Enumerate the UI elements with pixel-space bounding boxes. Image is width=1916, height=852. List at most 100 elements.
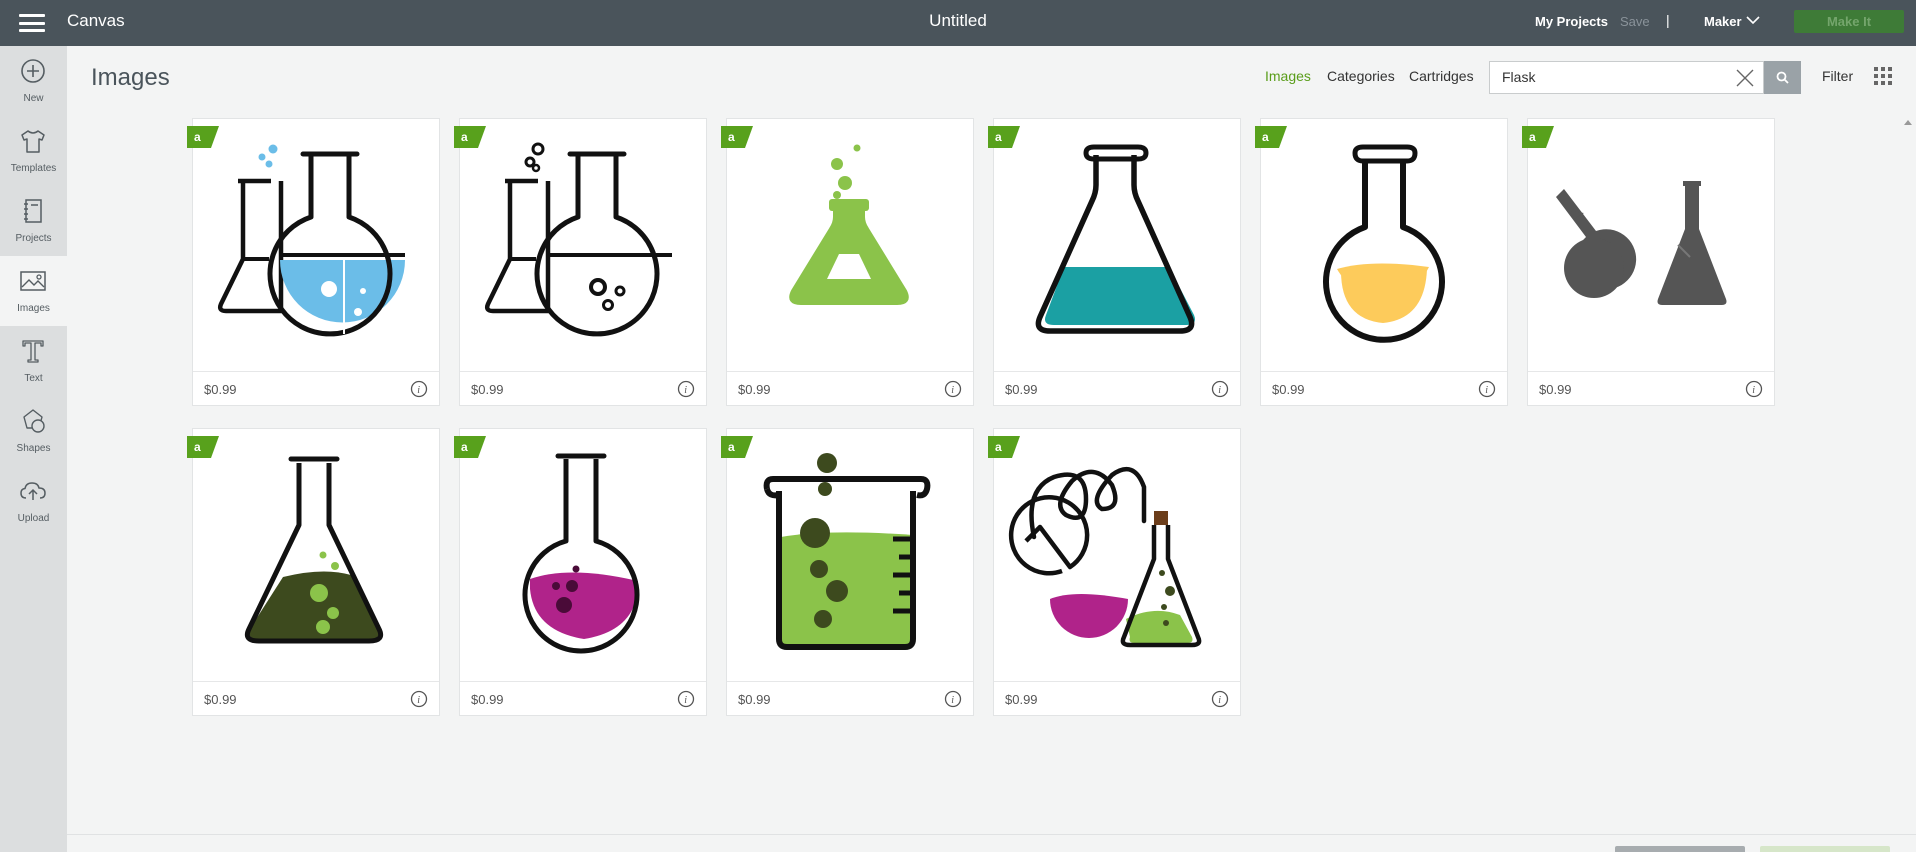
chevron-down-icon[interactable]	[1746, 15, 1760, 25]
tab-categories[interactable]: Categories	[1327, 68, 1395, 84]
info-icon[interactable]: i	[410, 380, 428, 398]
info-icon[interactable]: i	[1478, 380, 1496, 398]
image-thumbnail[interactable]	[727, 429, 973, 681]
sidebar-item-projects[interactable]: Projects	[0, 186, 67, 256]
tab-cartridges[interactable]: Cartridges	[1409, 68, 1474, 84]
image-price: $0.99	[1005, 382, 1038, 397]
svg-text:a: a	[194, 130, 201, 144]
access-badge-icon: a	[988, 126, 1020, 148]
image-price: $0.99	[204, 382, 237, 397]
sidebar-item-images[interactable]: Images	[0, 256, 67, 326]
sidebar-item-label: Upload	[17, 513, 50, 524]
image-card-beaker-lime[interactable]: a $0.99 i	[721, 428, 974, 716]
sidebar-item-upload[interactable]: Upload	[0, 466, 67, 536]
cloud-upload-icon	[20, 482, 46, 500]
erlenmeyer-teal-image	[1035, 144, 1195, 334]
sidebar-item-shapes[interactable]: Shapes	[0, 396, 67, 466]
svg-text:a: a	[194, 440, 201, 454]
erlenmeyer-olive-image	[244, 456, 384, 644]
image-thumbnail[interactable]	[193, 429, 439, 681]
image-price: $0.99	[1005, 692, 1038, 707]
topbar-separator: |	[1666, 12, 1670, 28]
footer-divider	[67, 834, 1916, 835]
svg-text:i: i	[1218, 695, 1221, 706]
svg-text:i: i	[951, 385, 954, 396]
image-thumbnail[interactable]	[1528, 119, 1774, 371]
left-sidebar: New Templates Projects Images Text Shape…	[0, 46, 67, 852]
search-input[interactable]	[1502, 69, 1722, 85]
sidebar-item-text[interactable]: Text	[0, 326, 67, 396]
save-button[interactable]: Save	[1620, 14, 1650, 29]
svg-text:i: i	[684, 385, 687, 396]
image-thumbnail[interactable]	[1261, 119, 1507, 371]
access-badge-icon: a	[454, 126, 486, 148]
tab-images[interactable]: Images	[1265, 68, 1311, 84]
access-badge-icon: a	[187, 436, 219, 458]
notebook-icon	[24, 199, 42, 223]
sidebar-item-label: Projects	[15, 233, 52, 244]
image-card-round-flask-yellow[interactable]: a $0.99 i	[1255, 118, 1508, 406]
document-title[interactable]: Untitled	[929, 11, 987, 30]
image-thumbnail[interactable]	[994, 429, 1240, 681]
image-card-distillation-set[interactable]: a $0.99 i	[988, 428, 1241, 716]
card-divider	[193, 371, 439, 372]
svg-text:a: a	[461, 440, 468, 454]
image-card-round-flask-magenta[interactable]: a $0.99 i	[454, 428, 707, 716]
info-icon[interactable]: i	[677, 380, 695, 398]
machine-selector[interactable]: Maker	[1704, 14, 1742, 29]
image-thumbnail[interactable]	[727, 119, 973, 371]
clear-search-icon[interactable]	[1735, 68, 1755, 88]
grid-view-icon[interactable]	[1873, 66, 1893, 86]
image-thumbnail[interactable]	[460, 119, 706, 371]
flask-pair-blue-image	[217, 144, 405, 337]
info-icon[interactable]: i	[1211, 380, 1229, 398]
image-thumbnail[interactable]	[994, 119, 1240, 371]
svg-text:i: i	[684, 695, 687, 706]
image-thumbnail[interactable]	[460, 429, 706, 681]
my-projects-link[interactable]: My Projects	[1535, 14, 1608, 29]
search-button[interactable]	[1764, 61, 1801, 94]
info-icon[interactable]: i	[1211, 690, 1229, 708]
image-card-erlenmeyer-green[interactable]: a $0.99 i	[721, 118, 974, 406]
shapes-icon	[23, 409, 45, 433]
shirt-icon	[21, 130, 45, 153]
access-badge-icon: a	[1255, 126, 1287, 148]
sidebar-item-label: Text	[24, 373, 43, 384]
svg-text:i: i	[951, 695, 954, 706]
image-card-erlenmeyer-teal[interactable]: a $0.99 i	[988, 118, 1241, 406]
access-badge-icon: a	[721, 126, 753, 148]
erlenmeyer-green-image	[789, 144, 909, 305]
sidebar-item-templates[interactable]: Templates	[0, 116, 67, 186]
info-icon[interactable]: i	[944, 380, 962, 398]
image-thumbnail[interactable]	[193, 119, 439, 371]
info-icon[interactable]: i	[410, 690, 428, 708]
round-flask-yellow-image	[1323, 144, 1445, 343]
menu-hamburger-icon[interactable]	[19, 14, 45, 32]
svg-text:i: i	[1485, 385, 1488, 396]
svg-text:a: a	[995, 440, 1002, 454]
search-icon	[1776, 71, 1789, 84]
make-it-button[interactable]: Make It	[1794, 10, 1904, 33]
image-card-flask-pair-bubbles[interactable]: a $0.99 i	[454, 118, 707, 406]
card-divider	[727, 681, 973, 682]
image-price: $0.99	[738, 692, 771, 707]
image-card-flask-silhouettes[interactable]: a $0.99 i	[1522, 118, 1775, 406]
info-icon[interactable]: i	[944, 690, 962, 708]
info-icon[interactable]: i	[677, 690, 695, 708]
scroll-up-arrow-icon[interactable]	[1903, 118, 1913, 126]
image-card-flask-pair-blue[interactable]: a $0.99 i	[187, 118, 440, 406]
access-badge-icon: a	[988, 436, 1020, 458]
image-price: $0.99	[1272, 382, 1305, 397]
footer-cancel-button[interactable]	[1615, 846, 1745, 852]
footer-insert-button[interactable]	[1760, 846, 1890, 852]
sidebar-item-new[interactable]: New	[0, 46, 67, 116]
flask-pair-bubbles-image	[484, 142, 672, 337]
round-flask-magenta-image	[522, 453, 640, 654]
image-card-erlenmeyer-olive[interactable]: a $0.99 i	[187, 428, 440, 716]
text-t-icon	[22, 340, 44, 363]
info-icon[interactable]: i	[1745, 380, 1763, 398]
image-price: $0.99	[471, 382, 504, 397]
image-price: $0.99	[204, 692, 237, 707]
card-divider	[1528, 371, 1774, 372]
filter-button[interactable]: Filter	[1822, 68, 1853, 84]
